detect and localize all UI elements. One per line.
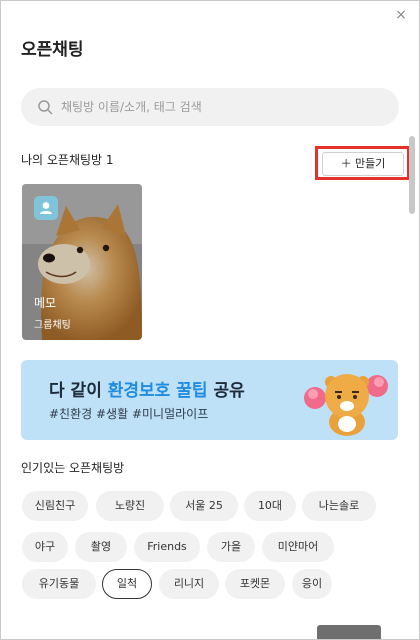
- ryan-character-illustration: [304, 374, 388, 436]
- banner-headline: 다 같이 환경보호 꿀팁 공유: [49, 376, 245, 401]
- tag-chip[interactable]: 10대: [244, 491, 296, 521]
- tag-chip[interactable]: 노량진: [96, 491, 164, 521]
- search-input[interactable]: 채팅방 이름/소개, 태그 검색: [21, 88, 399, 126]
- tag-chip[interactable]: 미얀마어: [262, 532, 334, 562]
- vertical-scrollbar[interactable]: [409, 136, 415, 214]
- banner-headline-prefix: 다 같이: [49, 381, 108, 401]
- create-button-highlight: ＋ 만들기: [315, 146, 410, 180]
- banner-headline-suffix: 공유: [207, 381, 245, 401]
- tag-chip[interactable]: 유기동물: [22, 569, 96, 599]
- my-rooms-label: 나의 오픈채팅방 1: [21, 153, 114, 167]
- search-placeholder: 채팅방 이름/소개, 태그 검색: [61, 100, 202, 114]
- tag-chip[interactable]: 리니지: [159, 569, 219, 599]
- tag-chip[interactable]: 응이: [292, 569, 332, 599]
- tag-chip[interactable]: 서울 25: [170, 491, 238, 521]
- banner-hashtags: #친환경 #생활 #미니멀라이프: [49, 407, 209, 421]
- banner-headline-highlight: 환경보호 꿀팁: [107, 381, 208, 401]
- room-name: 메모: [34, 296, 57, 310]
- promo-banner[interactable]: 다 같이 환경보호 꿀팁 공유 #친환경 #생활 #미니멀라이프: [21, 360, 398, 440]
- page-title: 오픈채팅: [21, 40, 84, 60]
- tag-chip[interactable]: 가을: [207, 532, 255, 562]
- tag-chip[interactable]: 포켓몬: [225, 569, 285, 599]
- tag-chip[interactable]: 촬영: [75, 532, 127, 562]
- tag-chip[interactable]: 신림친구: [22, 491, 88, 521]
- open-chat-window: × 오픈채팅 채팅방 이름/소개, 태그 검색 나의 오픈채팅방 1 ＋ 만들기: [0, 0, 420, 640]
- tag-chip[interactable]: 나는솔로: [302, 491, 376, 521]
- tag-chip[interactable]: 야구: [22, 532, 68, 562]
- search-icon: [38, 100, 53, 115]
- tag-chip[interactable]: Friends: [134, 532, 200, 562]
- close-icon[interactable]: ×: [393, 7, 409, 23]
- room-type: 그룹채팅: [34, 320, 71, 331]
- person-icon: [34, 196, 58, 220]
- create-button[interactable]: ＋ 만들기: [322, 152, 404, 176]
- room-thumbnail-peek: [317, 625, 381, 639]
- tag-chip-active[interactable]: 일척: [102, 569, 152, 599]
- chat-room-card[interactable]: 메모 그룹채팅: [22, 184, 142, 340]
- popular-rooms-label: 인기있는 오픈채팅방: [21, 461, 125, 475]
